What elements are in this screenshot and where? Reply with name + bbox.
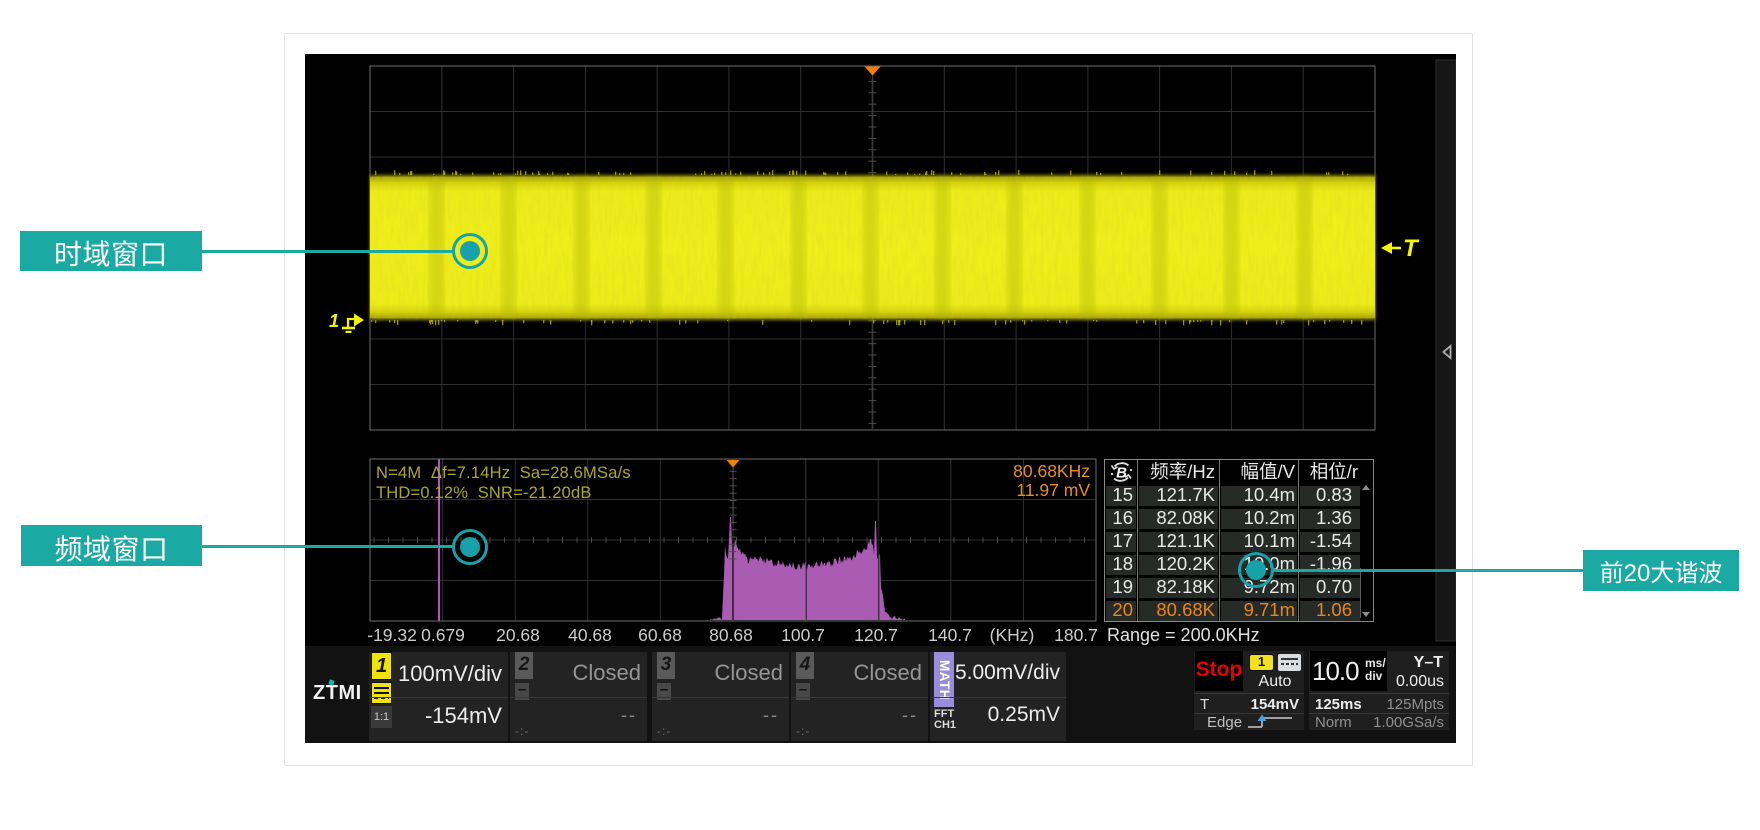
svg-text:B: B	[1116, 465, 1127, 482]
